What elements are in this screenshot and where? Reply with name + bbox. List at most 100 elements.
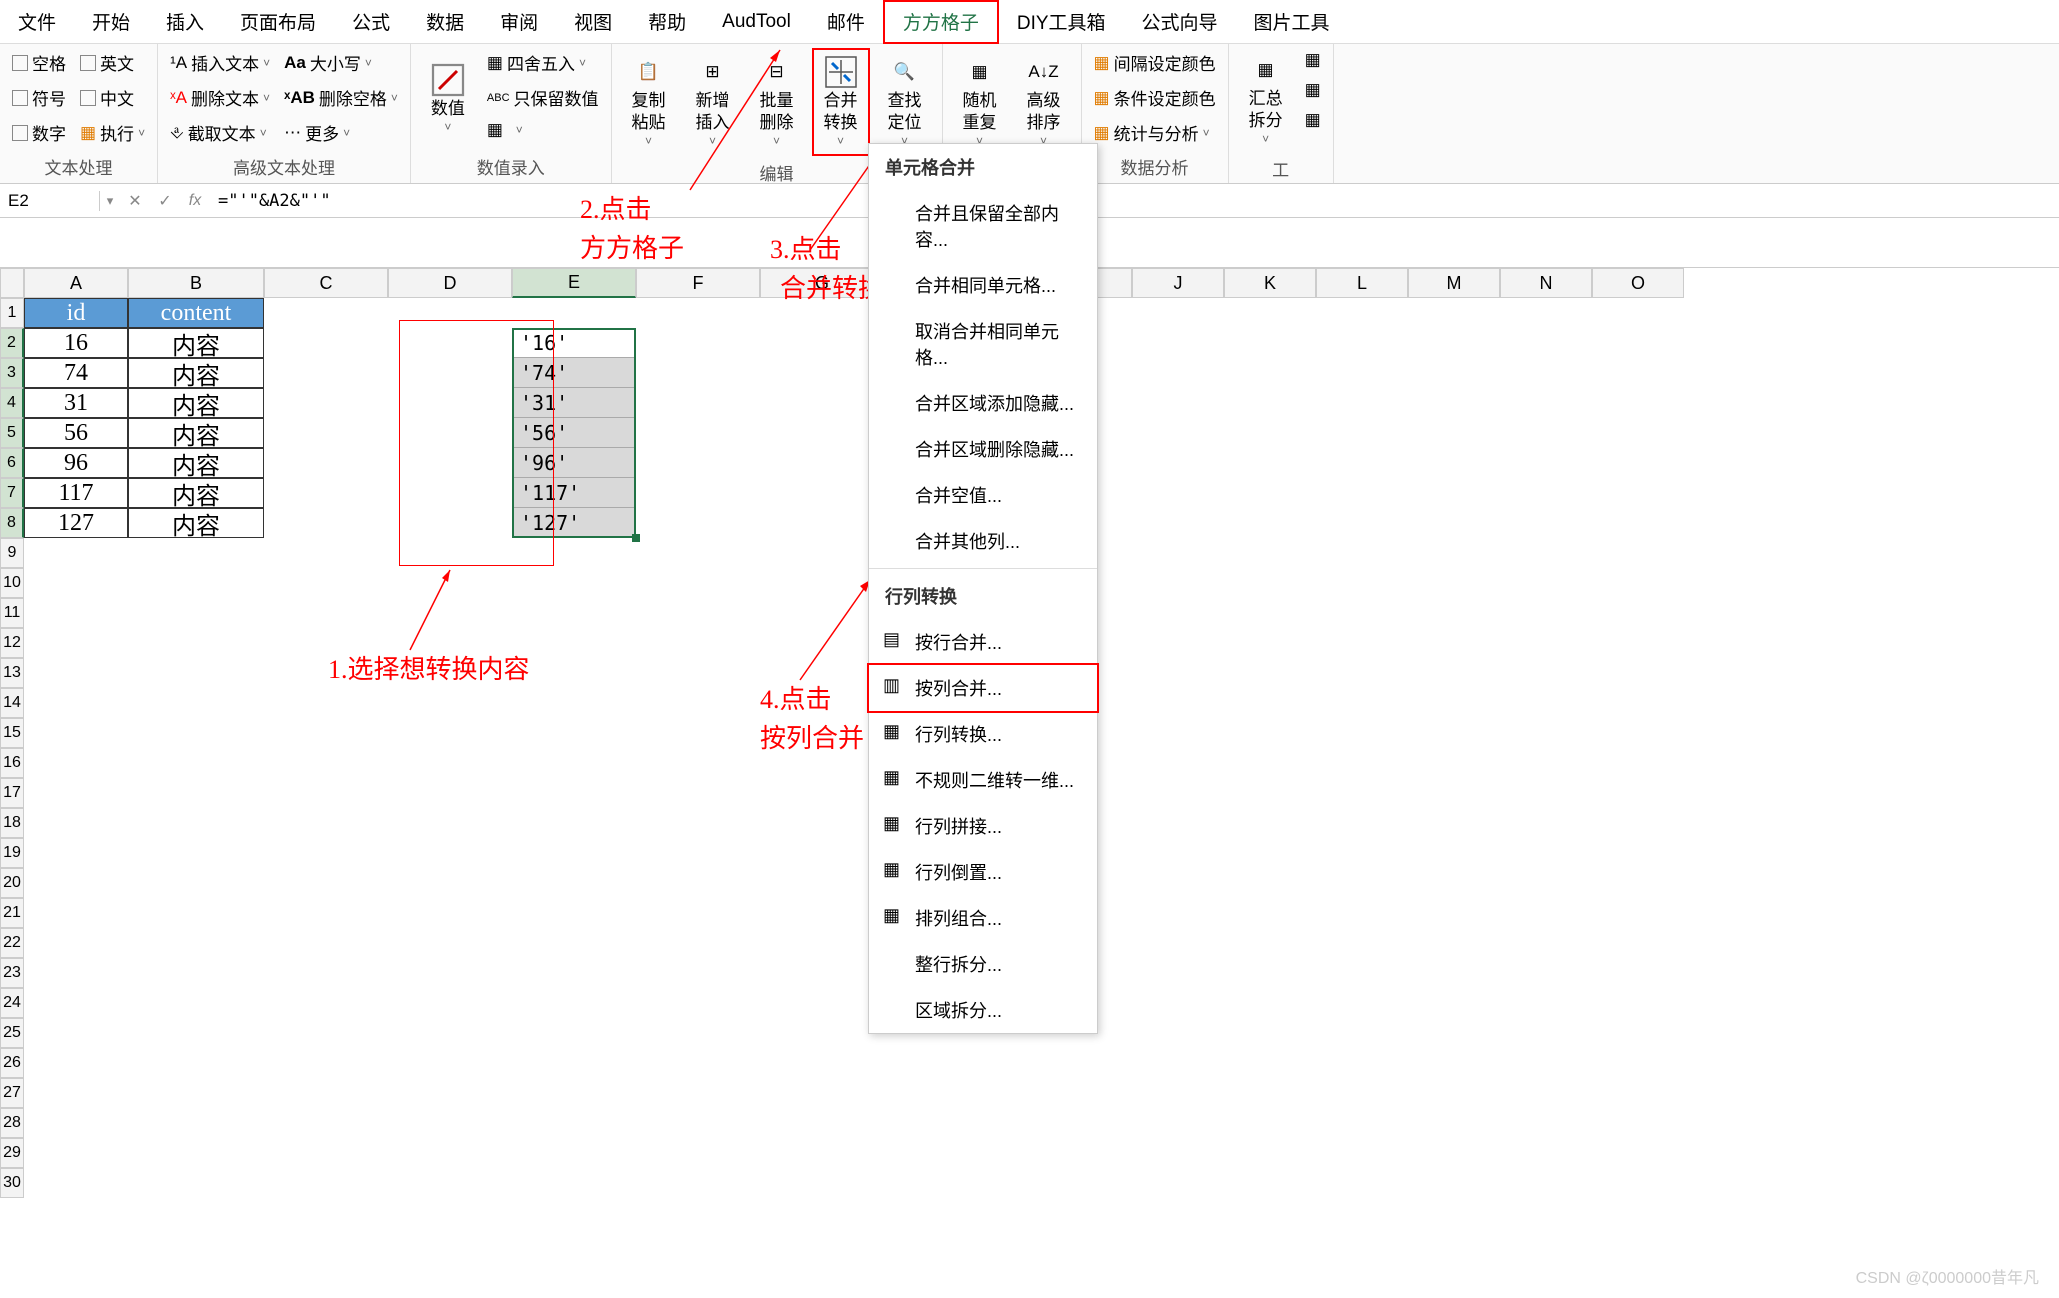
dd-merge-same[interactable]: 合并相同单元格... bbox=[869, 262, 1097, 308]
col-header-O[interactable]: O bbox=[1592, 268, 1684, 298]
menu-fangfang[interactable]: 方方格子 bbox=[883, 0, 999, 44]
btn-stats[interactable]: ▦统计与分析 bbox=[1090, 118, 1220, 147]
btn-delete-space[interactable]: ˣAB删除空格 bbox=[280, 83, 402, 112]
row-header-26[interactable]: 26 bbox=[0, 1048, 24, 1078]
row-header-21[interactable]: 21 bbox=[0, 898, 24, 928]
col-header-G[interactable]: G bbox=[760, 268, 884, 298]
chk-chinese[interactable]: 中文 bbox=[76, 83, 149, 112]
formula-fx[interactable]: fx bbox=[180, 192, 210, 210]
btn-cond-color[interactable]: ▦条件设定颜色 bbox=[1090, 83, 1220, 112]
dd-merge-other-col[interactable]: 合并其他列... bbox=[869, 518, 1097, 564]
row-header-7[interactable]: 7 bbox=[0, 478, 24, 508]
menu-diy[interactable]: DIY工具箱 bbox=[999, 0, 1124, 44]
btn-number-big[interactable]: 数值 bbox=[419, 48, 477, 150]
menu-file[interactable]: 文件 bbox=[0, 0, 74, 44]
btn-copy-paste[interactable]: 📋复制粘贴 bbox=[620, 48, 678, 156]
row-header-15[interactable]: 15 bbox=[0, 718, 24, 748]
row-header-25[interactable]: 25 bbox=[0, 1018, 24, 1048]
col-header-F[interactable]: F bbox=[636, 268, 760, 298]
fill-handle[interactable] bbox=[632, 534, 640, 542]
col-header-D[interactable]: D bbox=[388, 268, 512, 298]
btn-adv-sort[interactable]: A↓Z高级排序 bbox=[1015, 48, 1073, 155]
formula-input[interactable]: ="'"&A2&"'" bbox=[210, 191, 2059, 211]
dd-merge-by-row[interactable]: ▤按行合并... bbox=[869, 619, 1097, 665]
btn-number-more[interactable]: ▦ bbox=[483, 118, 603, 142]
btn-summary[interactable]: ▦汇总拆分 bbox=[1237, 48, 1295, 152]
row-header-27[interactable]: 27 bbox=[0, 1078, 24, 1108]
menu-formula-guide[interactable]: 公式向导 bbox=[1124, 0, 1236, 44]
cell-E7[interactable]: '117' bbox=[512, 478, 636, 508]
menu-help[interactable]: 帮助 bbox=[630, 0, 704, 44]
btn-execute[interactable]: ▦执行 bbox=[76, 118, 149, 147]
cell-B6[interactable]: 内容 bbox=[128, 448, 264, 478]
btn-round[interactable]: ▦四舍五入 bbox=[483, 48, 603, 77]
dd-merge-del-hidden[interactable]: 合并区域删除隐藏... bbox=[869, 426, 1097, 472]
menu-insert[interactable]: 插入 bbox=[148, 0, 222, 44]
dd-merge-add-hidden[interactable]: 合并区域添加隐藏... bbox=[869, 380, 1097, 426]
btn-cut-text[interactable]: ⎀截取文本 bbox=[166, 118, 274, 147]
cell-A5[interactable]: 56 bbox=[24, 418, 128, 448]
row-header-16[interactable]: 16 bbox=[0, 748, 24, 778]
row-header-6[interactable]: 6 bbox=[0, 448, 24, 478]
row-header-22[interactable]: 22 bbox=[0, 928, 24, 958]
chk-space[interactable]: 空格 bbox=[8, 48, 70, 77]
row-header-3[interactable]: 3 bbox=[0, 358, 24, 388]
col-header-A[interactable]: A bbox=[24, 268, 128, 298]
btn-more[interactable]: ⋯更多 bbox=[280, 118, 402, 147]
btn-x2[interactable]: ▦ bbox=[1301, 78, 1325, 102]
btn-delete-text[interactable]: ˣA删除文本 bbox=[166, 83, 274, 112]
dd-merge-empty[interactable]: 合并空值... bbox=[869, 472, 1097, 518]
row-header-13[interactable]: 13 bbox=[0, 658, 24, 688]
formula-confirm[interactable]: ✓ bbox=[150, 191, 180, 211]
row-header-28[interactable]: 28 bbox=[0, 1108, 24, 1138]
col-header-E[interactable]: E bbox=[512, 268, 636, 298]
btn-find-locate[interactable]: 🔍查找定位 bbox=[876, 48, 934, 156]
dd-permutation[interactable]: ▦排列组合... bbox=[869, 895, 1097, 941]
row-header-11[interactable]: 11 bbox=[0, 598, 24, 628]
col-header-J[interactable]: J bbox=[1132, 268, 1224, 298]
cell-A3[interactable]: 74 bbox=[24, 358, 128, 388]
cell-A8[interactable]: 127 bbox=[24, 508, 128, 538]
row-header-30[interactable]: 30 bbox=[0, 1168, 24, 1198]
row-header-1[interactable]: 1 bbox=[0, 298, 24, 328]
chk-symbol[interactable]: 符号 bbox=[8, 83, 70, 112]
cell-B7[interactable]: 内容 bbox=[128, 478, 264, 508]
cell-A2[interactable]: 16 bbox=[24, 328, 128, 358]
cell-B5[interactable]: 内容 bbox=[128, 418, 264, 448]
dd-rowcol-reverse[interactable]: ▦行列倒置... bbox=[869, 849, 1097, 895]
row-header-2[interactable]: 2 bbox=[0, 328, 24, 358]
row-header-4[interactable]: 4 bbox=[0, 388, 24, 418]
menu-home[interactable]: 开始 bbox=[74, 0, 148, 44]
dd-merge-by-col[interactable]: ▥按列合并... bbox=[867, 663, 1099, 713]
dd-unmerge-same[interactable]: 取消合并相同单元格... bbox=[869, 308, 1097, 380]
cell-A4[interactable]: 31 bbox=[24, 388, 128, 418]
btn-insert-new[interactable]: ⊞新增插入 bbox=[684, 48, 742, 156]
menu-data[interactable]: 数据 bbox=[408, 0, 482, 44]
cell-E5[interactable]: '56' bbox=[512, 418, 636, 448]
row-header-20[interactable]: 20 bbox=[0, 868, 24, 898]
cell-E8[interactable]: '127' bbox=[512, 508, 636, 538]
row-header-12[interactable]: 12 bbox=[0, 628, 24, 658]
cell-B4[interactable]: 内容 bbox=[128, 388, 264, 418]
col-header-C[interactable]: C bbox=[264, 268, 388, 298]
row-header-9[interactable]: 9 bbox=[0, 538, 24, 568]
dd-2d-to-1d[interactable]: ▦不规则二维转一维... bbox=[869, 757, 1097, 803]
row-header-18[interactable]: 18 bbox=[0, 808, 24, 838]
row-header-14[interactable]: 14 bbox=[0, 688, 24, 718]
row-header-29[interactable]: 29 bbox=[0, 1138, 24, 1168]
dd-split-row[interactable]: 整行拆分... bbox=[869, 941, 1097, 987]
row-header-8[interactable]: 8 bbox=[0, 508, 24, 538]
menu-image-tools[interactable]: 图片工具 bbox=[1236, 0, 1348, 44]
cell-E3[interactable]: '74' bbox=[512, 358, 636, 388]
cell-A7[interactable]: 117 bbox=[24, 478, 128, 508]
col-header-M[interactable]: M bbox=[1408, 268, 1500, 298]
name-box[interactable]: E2 bbox=[0, 191, 100, 211]
btn-x3[interactable]: ▦ bbox=[1301, 108, 1325, 132]
btn-x1[interactable]: ▦ bbox=[1301, 48, 1325, 72]
menu-audtool[interactable]: AudTool bbox=[704, 0, 809, 44]
dd-merge-keep-all[interactable]: 合并且保留全部内容... bbox=[869, 190, 1097, 262]
cell-A6[interactable]: 96 bbox=[24, 448, 128, 478]
menu-page-layout[interactable]: 页面布局 bbox=[222, 0, 334, 44]
cell-A1[interactable]: id bbox=[24, 298, 128, 328]
cell-B2[interactable]: 内容 bbox=[128, 328, 264, 358]
